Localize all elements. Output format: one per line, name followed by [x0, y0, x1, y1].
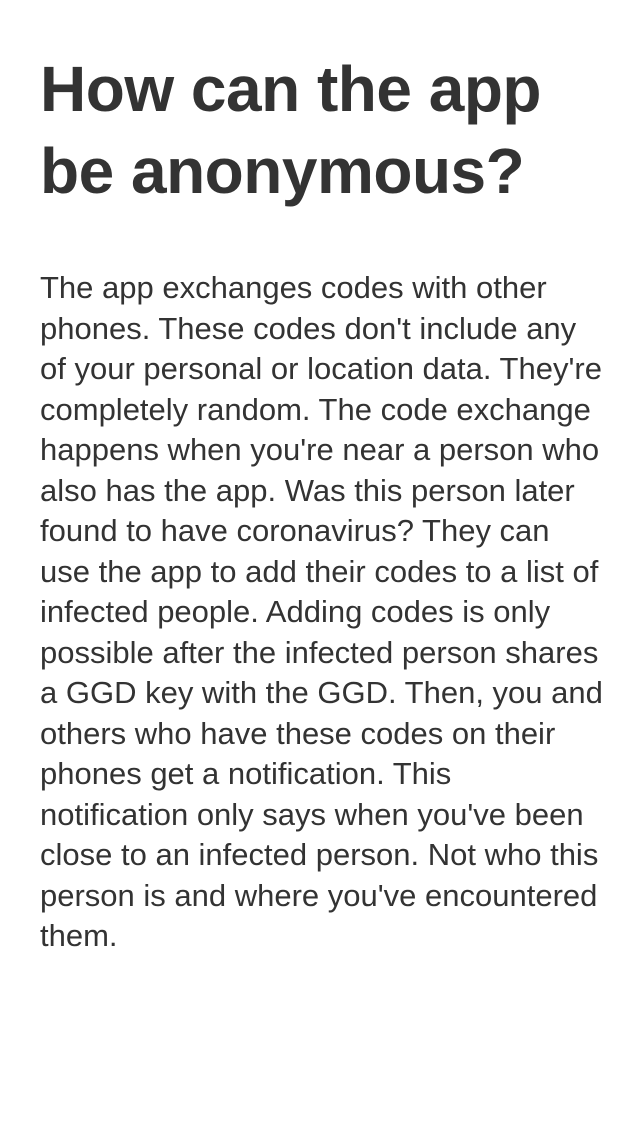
info-page-content: How can the app be anonymous? The app ex… [40, 48, 605, 957]
page-title: How can the app be anonymous? [40, 53, 542, 207]
explanation-text: The app exchanges codes with other phone… [40, 270, 603, 953]
